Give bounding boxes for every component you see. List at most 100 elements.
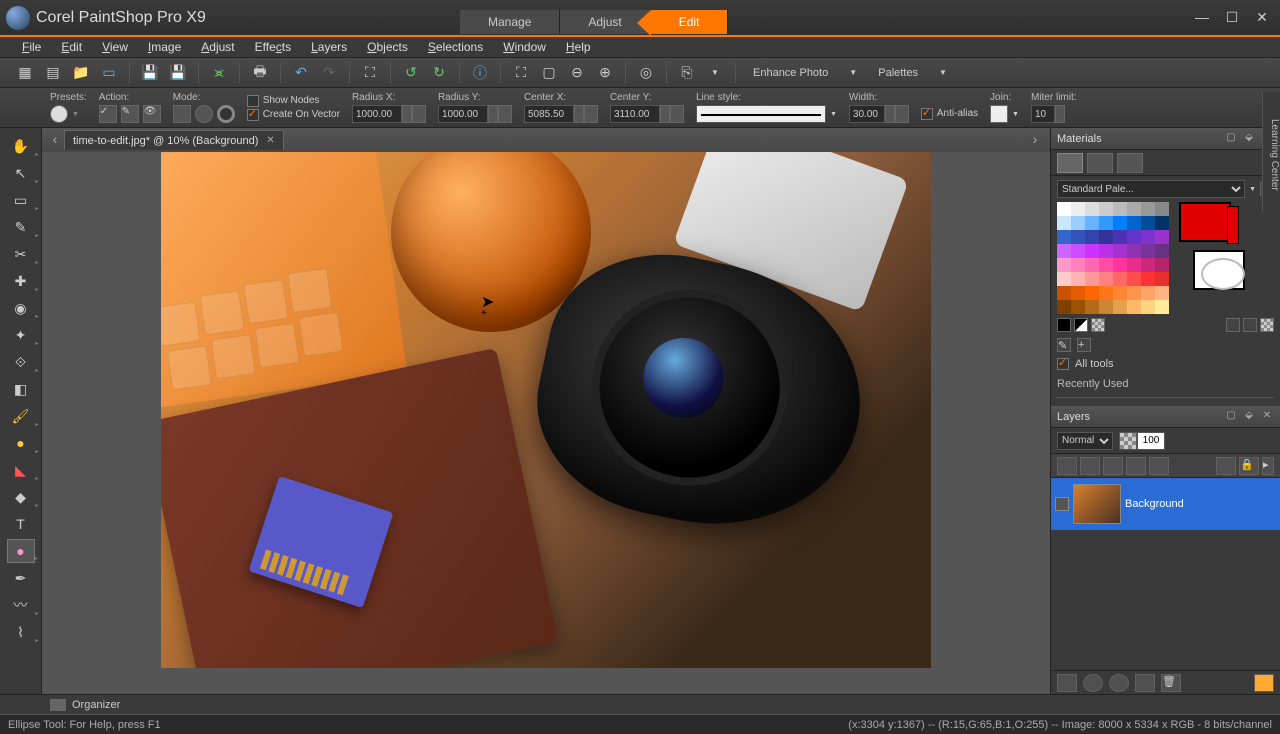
color-swatch[interactable] — [1127, 300, 1141, 314]
show-nodes-checkbox[interactable] — [247, 95, 259, 107]
layer-visibility-icon[interactable] — [1055, 497, 1069, 511]
color-swatch[interactable] — [1141, 300, 1155, 314]
actual-icon[interactable]: ▢ — [538, 62, 560, 84]
join-select[interactable] — [990, 105, 1008, 123]
color-swatch[interactable] — [1057, 286, 1071, 300]
ellipse-tool-icon[interactable]: ●▸ — [7, 539, 35, 563]
color-swatch[interactable] — [1085, 244, 1099, 258]
new-adj-icon[interactable] — [1103, 457, 1123, 475]
copy-icon[interactable]: ⎘ — [676, 62, 698, 84]
lock-icon[interactable] — [1243, 318, 1257, 332]
dropper-tool-icon[interactable]: ✎▸ — [7, 215, 35, 239]
center-y-input[interactable] — [610, 105, 660, 123]
palette-select[interactable]: Standard Pale... — [1057, 180, 1245, 198]
pan-tool-icon[interactable]: ✋▸ — [7, 134, 35, 158]
menu-adjust[interactable]: Adjust — [193, 38, 242, 56]
add-swatch-icon[interactable]: + — [1077, 338, 1091, 352]
adjust-icon[interactable] — [1109, 674, 1129, 692]
color-swatch[interactable] — [1127, 230, 1141, 244]
color-swatch[interactable] — [1071, 286, 1085, 300]
color-swatch[interactable] — [1099, 202, 1113, 216]
doc-next-icon[interactable]: › — [1026, 131, 1044, 149]
color-swatch[interactable] — [1085, 272, 1099, 286]
text-tool-icon[interactable]: T — [7, 512, 35, 536]
none-icon[interactable] — [1260, 318, 1274, 332]
color-swatch[interactable] — [1155, 286, 1169, 300]
effects-icon[interactable] — [1254, 674, 1274, 692]
canvas-viewport[interactable]: ➤+ — [42, 152, 1050, 694]
resize-icon[interactable]: ⛶ — [359, 62, 381, 84]
color-swatch[interactable] — [1141, 216, 1155, 230]
color-swatch[interactable] — [1113, 258, 1127, 272]
layer-thumbnail[interactable] — [1073, 484, 1121, 524]
color-swatch[interactable] — [1057, 258, 1071, 272]
color-swatch[interactable] — [1113, 244, 1127, 258]
enhance-photo-button[interactable]: Enhance Photo — [745, 64, 836, 82]
color-swatch[interactable] — [1113, 202, 1127, 216]
palettes-button[interactable]: Palettes — [870, 64, 926, 82]
scratch-tool-icon[interactable]: ◧ — [7, 377, 35, 401]
color-swatch[interactable] — [1057, 272, 1071, 286]
color-swatch[interactable] — [1071, 300, 1085, 314]
new-raster-icon[interactable] — [1057, 674, 1077, 692]
maximize-button[interactable]: ☐ — [1224, 10, 1240, 26]
color-swatch[interactable] — [1113, 286, 1127, 300]
oil-tool-icon[interactable]: ⌇▸ — [7, 620, 35, 644]
blend-mode-select[interactable]: Normal — [1057, 432, 1113, 450]
menu-effects[interactable]: Effects — [247, 38, 299, 56]
tab-manage[interactable]: Manage — [460, 10, 560, 34]
instant-icon[interactable]: ◎ — [635, 62, 657, 84]
color-swatch[interactable] — [1155, 230, 1169, 244]
color-swatch[interactable] — [1113, 216, 1127, 230]
color-swatch[interactable] — [1155, 202, 1169, 216]
hsl-tab-icon[interactable] — [1087, 153, 1113, 173]
menu-selections[interactable]: Selections — [420, 38, 491, 56]
foreground-swatch[interactable] — [1179, 202, 1231, 242]
link-icon[interactable] — [1216, 457, 1236, 475]
layer-row[interactable]: Background — [1051, 478, 1280, 530]
color-swatch[interactable] — [1099, 244, 1113, 258]
swatch-tab-icon[interactable] — [1057, 153, 1083, 173]
new-icon[interactable]: ▦ — [14, 62, 36, 84]
swap-icon[interactable] — [1057, 318, 1071, 332]
panel-pin-icon[interactable]: ⬙ — [1242, 132, 1256, 146]
new-mask-icon[interactable] — [1080, 457, 1100, 475]
transparent-icon[interactable] — [1226, 318, 1240, 332]
anti-alias-checkbox[interactable] — [921, 108, 933, 120]
miter-input[interactable] — [1031, 105, 1055, 123]
color-swatch[interactable] — [1099, 300, 1113, 314]
color-swatch[interactable] — [1113, 230, 1127, 244]
mode-1-icon[interactable] — [173, 105, 191, 123]
color-swatch[interactable] — [1085, 300, 1099, 314]
color-swatch[interactable] — [1127, 258, 1141, 272]
forward-icon[interactable]: ↻ — [428, 62, 450, 84]
background-swatch[interactable] — [1193, 250, 1245, 290]
color-swatch[interactable] — [1085, 202, 1099, 216]
saveas-icon[interactable]: 💾 — [167, 62, 189, 84]
color-swatch[interactable] — [1099, 230, 1113, 244]
color-swatch[interactable] — [1071, 272, 1085, 286]
new-layer-icon[interactable] — [1057, 457, 1077, 475]
mode-circle-icon[interactable] — [195, 105, 213, 123]
color-swatch[interactable] — [1127, 202, 1141, 216]
tab-edit[interactable]: Edit — [651, 10, 729, 34]
color-swatch[interactable] — [1099, 258, 1113, 272]
color-swatch[interactable] — [1085, 216, 1099, 230]
crop-tool-icon[interactable]: ✂▸ — [7, 242, 35, 266]
color-swatch[interactable] — [1155, 272, 1169, 286]
radius-y-input[interactable] — [438, 105, 488, 123]
color-swatch[interactable] — [1127, 286, 1141, 300]
straighten-tool-icon[interactable]: ✚▸ — [7, 269, 35, 293]
color-swatch[interactable] — [1071, 230, 1085, 244]
print-icon[interactable]: 🖶 — [249, 62, 271, 84]
more-icon[interactable]: ▸ — [1262, 457, 1274, 475]
minimize-button[interactable]: — — [1194, 10, 1210, 26]
open-icon[interactable]: 📁 — [70, 62, 92, 84]
action-apply-icon[interactable]: ✓ — [99, 105, 117, 123]
clone-tool-icon[interactable]: ⟐▸ — [7, 350, 35, 374]
panel-min-icon[interactable]: ▢ — [1224, 132, 1238, 146]
merge-icon[interactable] — [1135, 674, 1155, 692]
pen-tool-icon[interactable]: ✒ — [7, 566, 35, 590]
color-swatch[interactable] — [1141, 230, 1155, 244]
dropdown-icon[interactable]: ▼ — [704, 62, 726, 84]
